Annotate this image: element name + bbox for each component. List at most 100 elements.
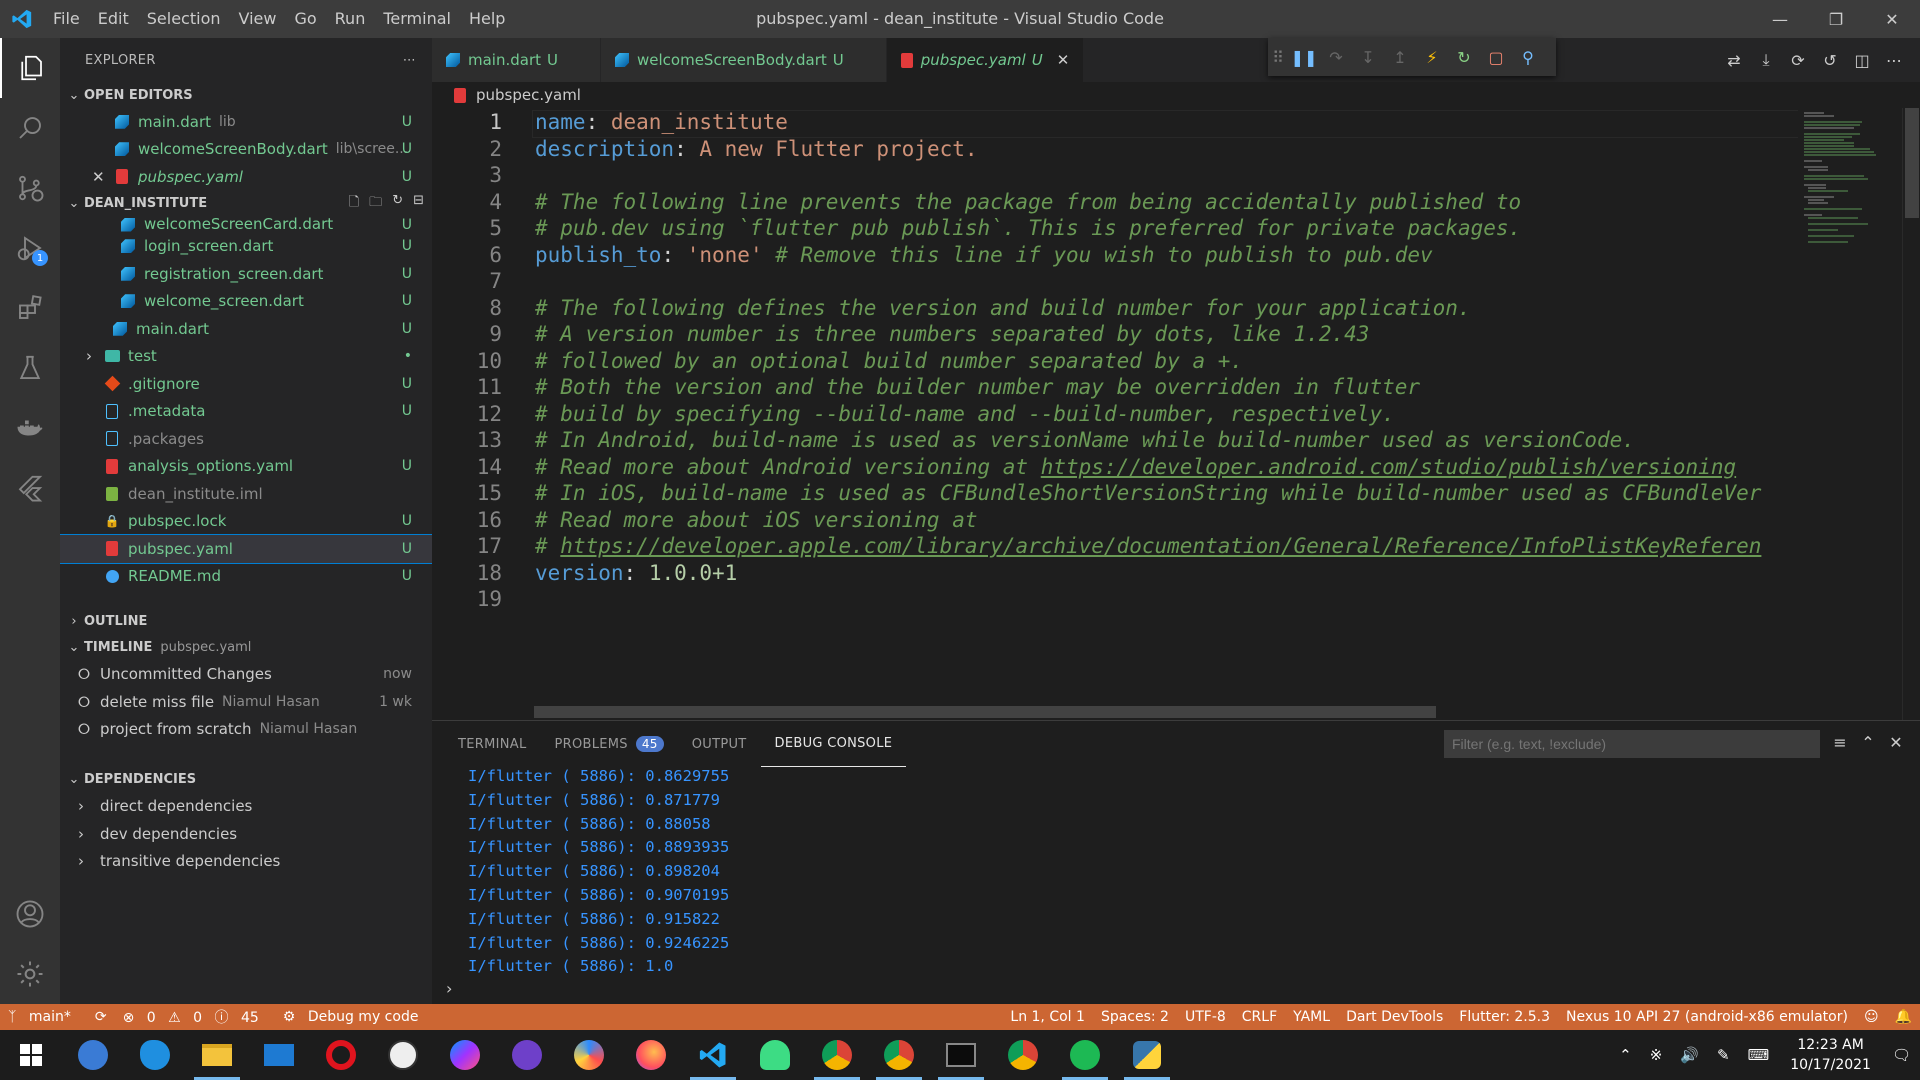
- status-item[interactable]: Ln 1, Col 1: [1002, 1009, 1093, 1025]
- refresh-icon[interactable]: ↻: [392, 193, 403, 215]
- file-tree-item[interactable]: main.dart U: [60, 315, 432, 343]
- collapse-all-icon[interactable]: ⊟: [413, 193, 424, 215]
- file-tree-item[interactable]: dean_institute.iml: [60, 480, 432, 508]
- volume-icon[interactable]: 🔊: [1671, 1046, 1708, 1064]
- file-tree-item[interactable]: analysis_options.yaml U: [60, 453, 432, 481]
- horizontal-scrollbar[interactable]: [534, 706, 1436, 718]
- more-icon[interactable]: ⋯: [1878, 51, 1910, 70]
- menu-edit[interactable]: Edit: [89, 0, 138, 38]
- dependencies-header[interactable]: ⌄ DEPENDENCIES: [60, 767, 432, 793]
- firefox-app-icon[interactable]: [620, 1030, 682, 1080]
- breadcrumb[interactable]: pubspec.yaml: [432, 82, 1920, 108]
- minimap[interactable]: [1798, 108, 1902, 720]
- status-item[interactable]: Dart DevTools: [1338, 1009, 1451, 1025]
- sync-icon[interactable]: ⟳: [1782, 51, 1814, 70]
- more-actions-icon[interactable]: ⋯: [403, 53, 416, 68]
- timeline-item[interactable]: ⭘ project from scratch Niamul Hasan: [60, 716, 432, 744]
- tab-main-dart[interactable]: main.dart U: [432, 38, 601, 82]
- maximize-panel-icon[interactable]: ⌃: [1854, 733, 1882, 752]
- debug-status[interactable]: ⚙ Debug my code: [275, 1009, 435, 1025]
- file-tree-item[interactable]: welcome_screen.dart U: [60, 288, 432, 316]
- panel-tab-output[interactable]: OUTPUT: [678, 721, 761, 767]
- open-editor-item[interactable]: ✕ pubspec.yaml U: [60, 163, 432, 191]
- wifi-icon[interactable]: ※: [1641, 1046, 1672, 1064]
- wrap-lines-icon[interactable]: ≡: [1826, 733, 1854, 752]
- dependency-group[interactable]: › dev dependencies: [60, 820, 432, 848]
- inkscape-app-icon[interactable]: [372, 1030, 434, 1080]
- drag-handle-icon[interactable]: ⠿: [1268, 48, 1288, 67]
- open-editors-header[interactable]: ⌄ OPEN EDITORS: [60, 82, 432, 108]
- history-icon[interactable]: ↺: [1814, 51, 1846, 70]
- testing-icon[interactable]: [0, 338, 60, 398]
- file-tree-item[interactable]: › test •: [60, 343, 432, 371]
- file-tree-item[interactable]: README.md U: [60, 563, 432, 591]
- close-tab-icon[interactable]: ✕: [1057, 51, 1070, 69]
- tab-welcomeScreenBody-dart[interactable]: welcomeScreenBody.dart U: [601, 38, 887, 82]
- scrollbar-thumb[interactable]: [1905, 108, 1919, 218]
- status-item[interactable]: Nexus 10 API 27 (android-x86 emulator): [1558, 1009, 1856, 1025]
- status-item[interactable]: Flutter: 2.5.3: [1451, 1009, 1558, 1025]
- download-icon[interactable]: ⤓: [1750, 50, 1782, 70]
- menu-view[interactable]: View: [230, 0, 286, 38]
- settings-gear-icon[interactable]: [0, 944, 60, 1004]
- timeline-header[interactable]: ⌄ TIMELINE pubspec.yaml: [60, 635, 432, 661]
- file-tree-item[interactable]: pubspec.yaml U: [60, 534, 432, 564]
- panel-tab-debug-console[interactable]: DEBUG CONSOLE: [760, 721, 907, 767]
- github-desktop-app-icon[interactable]: [496, 1030, 558, 1080]
- panel-tab-problems[interactable]: PROBLEMS 45: [541, 721, 678, 767]
- python-app-icon[interactable]: [1116, 1030, 1178, 1080]
- file-tree-item[interactable]: 🔒 pubspec.lock U: [60, 508, 432, 536]
- hot-reload-icon[interactable]: ⚡: [1416, 48, 1448, 67]
- open-editor-item[interactable]: main.dart lib U: [60, 108, 432, 136]
- source-control-icon[interactable]: [0, 158, 60, 218]
- console-prompt-icon[interactable]: ›: [446, 979, 452, 998]
- vertical-scrollbar[interactable]: [1902, 108, 1920, 720]
- feedback-icon[interactable]: ☺: [1856, 1009, 1887, 1025]
- close-window-icon[interactable]: ✕: [1864, 0, 1920, 38]
- search-icon[interactable]: [0, 98, 60, 158]
- step-into-icon[interactable]: ↧: [1352, 48, 1384, 67]
- status-item[interactable]: CRLF: [1234, 1009, 1285, 1025]
- chrome-dev-app-icon[interactable]: [992, 1030, 1054, 1080]
- tab-pubspec-yaml[interactable]: pubspec.yaml U ✕: [886, 38, 1085, 82]
- project-header[interactable]: ⌄ DEAN_INSTITUTE 🗋 🗀 ↻ ⊟: [60, 191, 432, 217]
- minimize-icon[interactable]: —: [1752, 0, 1808, 38]
- close-panel-icon[interactable]: ✕: [1882, 733, 1910, 752]
- extensions-icon[interactable]: [0, 278, 60, 338]
- flutter-icon[interactable]: [0, 458, 60, 518]
- compare-icon[interactable]: ⇄: [1718, 51, 1750, 70]
- timeline-item[interactable]: ⭘ delete miss file Niamul Hasan 1 wk: [60, 688, 432, 716]
- dependency-group[interactable]: › transitive dependencies: [60, 848, 432, 876]
- android-studio-app-icon[interactable]: [744, 1030, 806, 1080]
- step-over-icon[interactable]: ↷: [1320, 48, 1352, 67]
- menu-run[interactable]: Run: [326, 0, 375, 38]
- notifications-icon[interactable]: 🔔: [1887, 1009, 1920, 1025]
- stop-icon[interactable]: ▢: [1480, 48, 1512, 67]
- pinwheel-app-icon[interactable]: [558, 1030, 620, 1080]
- file-tree-item[interactable]: registration_screen.dart U: [60, 260, 432, 288]
- quickbooks-app-icon[interactable]: [62, 1030, 124, 1080]
- chrome-profile-app-icon[interactable]: [868, 1030, 930, 1080]
- new-file-icon[interactable]: 🗋: [349, 193, 359, 215]
- restore-icon[interactable]: ❐: [1808, 0, 1864, 38]
- open-editor-item[interactable]: welcomeScreenBody.dart lib\scree... U: [60, 136, 432, 164]
- status-item[interactable]: UTF-8: [1177, 1009, 1234, 1025]
- app-icon-green[interactable]: [1054, 1030, 1116, 1080]
- menu-selection[interactable]: Selection: [138, 0, 230, 38]
- new-folder-icon[interactable]: 🗀: [369, 193, 382, 215]
- docker-icon[interactable]: [0, 398, 60, 458]
- file-tree-item[interactable]: login_screen.dart U: [60, 233, 432, 261]
- close-icon[interactable]: ✕: [92, 168, 114, 186]
- notification-center-icon[interactable]: 🗨: [1883, 1046, 1920, 1064]
- file-explorer-app-icon[interactable]: [186, 1030, 248, 1080]
- run-debug-icon[interactable]: 1: [0, 218, 60, 278]
- clock[interactable]: 12:23 AM 10/17/2021: [1778, 1035, 1883, 1075]
- console-filter-input[interactable]: [1444, 730, 1820, 758]
- pause-icon[interactable]: ❚❚: [1288, 48, 1320, 67]
- opera-app-icon[interactable]: [310, 1030, 372, 1080]
- problems-status[interactable]: ⊗ 0 ⚠ 0 ⓘ 45: [115, 1007, 275, 1027]
- menu-terminal[interactable]: Terminal: [374, 0, 460, 38]
- pen-icon[interactable]: ✎: [1708, 1046, 1739, 1064]
- accounts-icon[interactable]: [0, 884, 60, 944]
- code-editor[interactable]: 1 name: dean_institute 2 description: A new…: [432, 108, 1902, 720]
